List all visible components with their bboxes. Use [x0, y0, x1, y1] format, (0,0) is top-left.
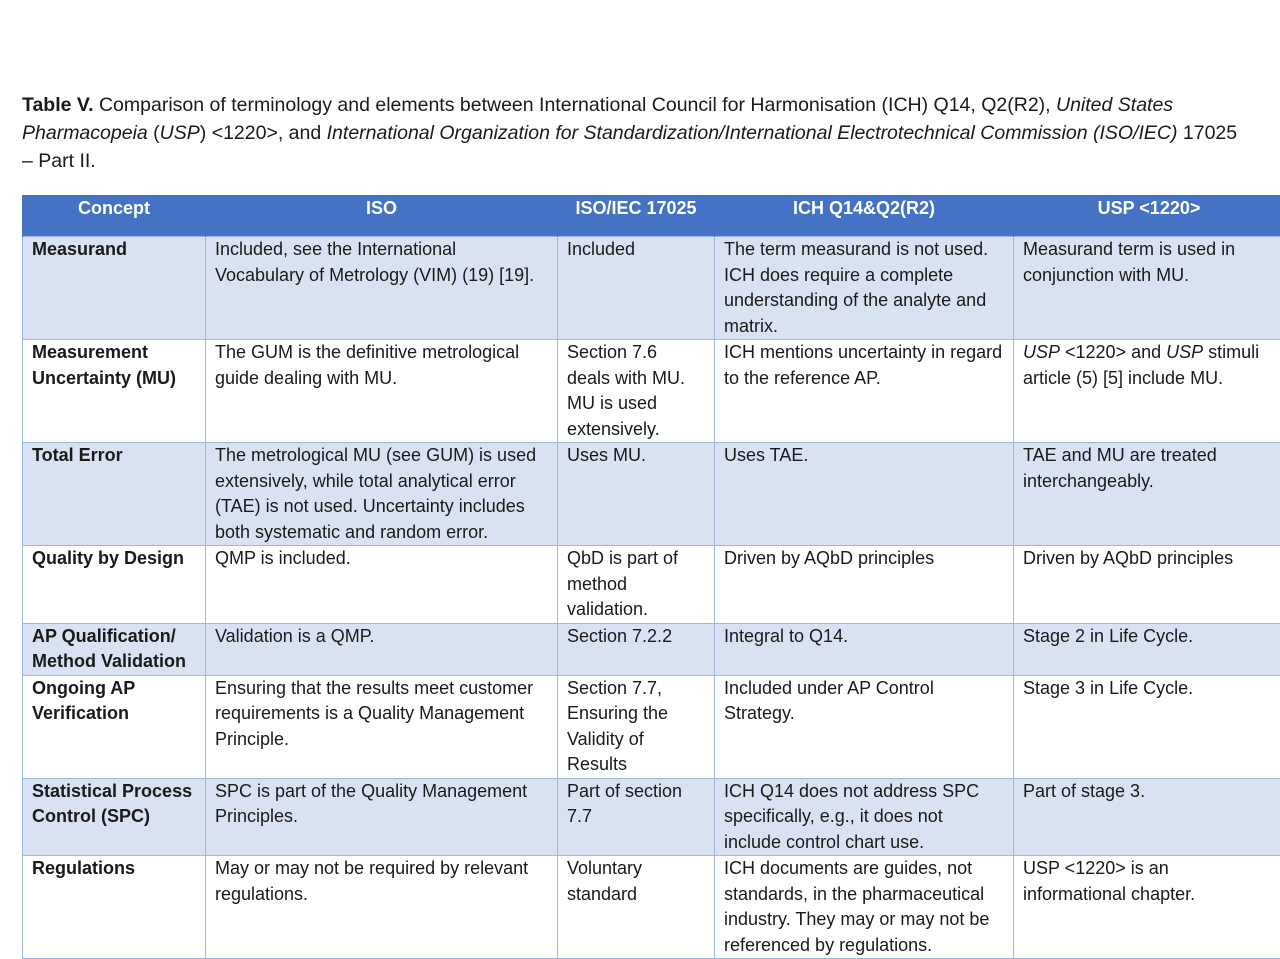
comparison-table: Concept ISO ISO/IEC 17025 ICH Q14&Q2(R2)…	[22, 195, 1280, 959]
iso17025-cell: Section 7.6 deals with MU. MU is used ex…	[558, 340, 715, 443]
caption-part: (	[148, 122, 160, 144]
iso17025-cell: Section 7.2.2	[558, 623, 715, 675]
ich-cell: ICH mentions uncertainty in regard to th…	[715, 340, 1014, 443]
usp-cell: TAE and MU are treated interchangeably.	[1014, 443, 1280, 546]
iso17025-cell: Included	[558, 237, 715, 340]
usp-italic: USP	[1023, 342, 1060, 362]
iso17025-cell: Uses MU.	[558, 443, 715, 546]
table-row: Ongoing AP Verification Ensuring that th…	[23, 675, 1280, 778]
usp-cell: Driven by AQbD principles	[1014, 546, 1280, 624]
table-row: Regulations May or may not be required b…	[23, 856, 1280, 959]
header-ich: ICH Q14&Q2(R2)	[715, 195, 1014, 237]
usp-cell: Stage 3 in Life Cycle.	[1014, 675, 1280, 778]
iso-cell: May or may not be required by relevant r…	[206, 856, 558, 959]
concept-cell: AP Qualification/ Method Validation	[23, 623, 206, 675]
table-label: Table V.	[22, 94, 94, 116]
ich-cell: ICH Q14 does not address SPC specificall…	[715, 778, 1014, 856]
table-caption: Table V. Comparison of terminology and e…	[22, 91, 1242, 175]
caption-part: Comparison of terminology and elements b…	[94, 94, 1056, 116]
iso17025-cell: QbD is part of method validation.	[558, 546, 715, 624]
caption-part: USP	[160, 122, 200, 144]
usp-cell: Measurand term is used in conjunction wi…	[1014, 237, 1280, 340]
usp-cell: Part of stage 3.	[1014, 778, 1280, 856]
usp-cell: Stage 2 in Life Cycle.	[1014, 623, 1280, 675]
table-row: Total Error The metrological MU (see GUM…	[23, 443, 1280, 546]
ich-cell: Uses TAE.	[715, 443, 1014, 546]
concept-cell: Regulations	[23, 856, 206, 959]
usp-cell: USP <1220> and USP stimuli article (5) […	[1014, 340, 1280, 443]
header-row: Concept ISO ISO/IEC 17025 ICH Q14&Q2(R2)…	[23, 195, 1280, 237]
iso17025-cell: Section 7.7, Ensuring the Validity of Re…	[558, 675, 715, 778]
concept-cell: Measurand	[23, 237, 206, 340]
ich-cell: ICH documents are guides, not standards,…	[715, 856, 1014, 959]
table-row: AP Qualification/ Method Validation Vali…	[23, 623, 1280, 675]
iso-cell: The metrological MU (see GUM) is used ex…	[206, 443, 558, 546]
concept-cell: Measurement Uncertainty (MU)	[23, 340, 206, 443]
iso17025-cell: Part of section 7.7	[558, 778, 715, 856]
caption-part: ) <1220>, and	[200, 122, 327, 144]
header-concept: Concept	[23, 195, 206, 237]
header-iso17025: ISO/IEC 17025	[558, 195, 715, 237]
iso17025-cell: Voluntary standard	[558, 856, 715, 959]
ich-cell: Integral to Q14.	[715, 623, 1014, 675]
concept-cell: Quality by Design	[23, 546, 206, 624]
header-usp: USP <1220>	[1014, 195, 1280, 237]
iso-cell: Included, see the International Vocabula…	[206, 237, 558, 340]
caption-part: International Organization for Standardi…	[327, 122, 1178, 144]
iso-cell: QMP is included.	[206, 546, 558, 624]
iso-cell: The GUM is the definitive metrological g…	[206, 340, 558, 443]
table-row: Statistical Process Control (SPC) SPC is…	[23, 778, 1280, 856]
header-iso: ISO	[206, 195, 558, 237]
table-row: Measurement Uncertainty (MU) The GUM is …	[23, 340, 1280, 443]
usp-cell: USP <1220> is an informational chapter.	[1014, 856, 1280, 959]
ich-cell: The term measurand is not used. ICH does…	[715, 237, 1014, 340]
ich-cell: Driven by AQbD principles	[715, 546, 1014, 624]
usp-italic: USP	[1166, 342, 1203, 362]
concept-cell: Total Error	[23, 443, 206, 546]
iso-cell: Ensuring that the results meet customer …	[206, 675, 558, 778]
concept-cell: Statistical Process Control (SPC)	[23, 778, 206, 856]
table-row: Quality by Design QMP is included. QbD i…	[23, 546, 1280, 624]
table-row: Measurand Included, see the Internationa…	[23, 237, 1280, 340]
iso-cell: Validation is a QMP.	[206, 623, 558, 675]
concept-cell: Ongoing AP Verification	[23, 675, 206, 778]
ich-cell: Included under AP Control Strategy.	[715, 675, 1014, 778]
iso-cell: SPC is part of the Quality Management Pr…	[206, 778, 558, 856]
